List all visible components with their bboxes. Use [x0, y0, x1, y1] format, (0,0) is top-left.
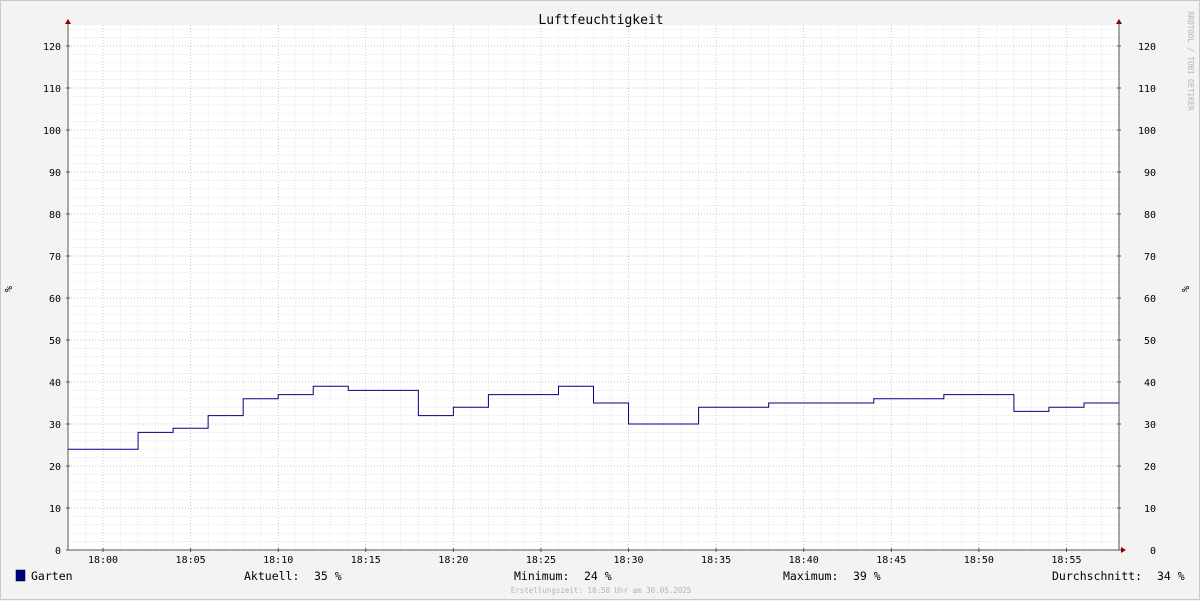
- x-tick-label: 18:20: [438, 555, 468, 566]
- y-tick-label-right: 80: [1144, 210, 1156, 221]
- legend-avg-label: Durchschnitt:: [1052, 569, 1142, 583]
- y-tick-label-right: 60: [1144, 294, 1156, 305]
- rrdtool-watermark: RRDTOOL / TOBI OETIKER: [1186, 11, 1195, 111]
- y-axis-right-ticks: 0 10 20 30 40 50 60 70 80 90 100 110 120: [1117, 42, 1156, 557]
- x-tick-label: 18:55: [1051, 555, 1081, 566]
- x-axis-ticks: 18:00 18:05 18:10 18:15 18:20 18:25 18:30 18:35…: [88, 548, 1082, 566]
- x-tick-label: 18:30: [613, 555, 643, 566]
- y-tick-label-left: 120: [43, 42, 61, 53]
- y-axis-left-ticks: 0 10 20 30 40 50 60 70 80 90 100 110 120: [43, 42, 70, 557]
- y-tick-label-left: 30: [49, 420, 61, 431]
- x-tick-label: 18:10: [263, 555, 293, 566]
- x-tick-label: 18:35: [701, 555, 731, 566]
- legend-min-label: Minimum:: [514, 569, 569, 583]
- y-tick-label-right: 100: [1138, 126, 1156, 137]
- legend-avg-value: 34 %: [1157, 569, 1185, 583]
- x-tick-label: 18:25: [526, 555, 556, 566]
- footer-timestamp: Erstellungszeit: 18:58 Uhr am 30.05.2025: [511, 586, 692, 595]
- y-tick-label-left: 60: [49, 294, 61, 305]
- y-tick-label-right: 0: [1150, 546, 1156, 557]
- y-axis-left-arrow: [65, 19, 71, 24]
- y-tick-label-right: 110: [1138, 84, 1156, 95]
- y-tick-label-right: 40: [1144, 378, 1156, 389]
- legend-current-value: 35 %: [314, 569, 342, 583]
- legend-max-label: Maximum:: [783, 569, 838, 583]
- x-tick-label: 18:05: [176, 555, 206, 566]
- legend-min-value: 24 %: [584, 569, 612, 583]
- chart-frame: 0 10 20 30 40 50 60 70 80 90 100 110 120 0 10 20 30 40 50…: [0, 0, 1200, 600]
- y-tick-label-right: 30: [1144, 420, 1156, 431]
- y-tick-label-right: 120: [1138, 42, 1156, 53]
- legend-swatch-garten: [15, 569, 26, 582]
- y-axis-right-arrow: [1116, 19, 1122, 24]
- chart-title: Luftfeuchtigkeit: [538, 13, 663, 28]
- x-tick-label: 18:00: [88, 555, 118, 566]
- y-tick-label-left: 50: [49, 336, 61, 347]
- y-tick-label-left: 90: [49, 168, 61, 179]
- y-tick-label-left: 70: [49, 252, 61, 263]
- legend-current-label: Aktuell:: [244, 569, 299, 583]
- y-tick-label-right: 50: [1144, 336, 1156, 347]
- y-tick-label-left: 40: [49, 378, 61, 389]
- y-tick-label-right: 20: [1144, 462, 1156, 473]
- x-tick-label: 18:50: [964, 555, 994, 566]
- x-tick-label: 18:40: [789, 555, 819, 566]
- y-tick-label-left: 20: [49, 462, 61, 473]
- y-axis-label-left: %: [4, 286, 15, 292]
- y-axis-label-right: %: [1179, 286, 1190, 292]
- y-tick-label-right: 10: [1144, 504, 1156, 515]
- y-tick-label-left: 110: [43, 84, 61, 95]
- y-tick-label-left: 100: [43, 126, 61, 137]
- minor-grid: [67, 25, 1120, 550]
- x-tick-label: 18:15: [351, 555, 381, 566]
- x-axis-arrow: [1121, 547, 1126, 553]
- legend-max-value: 39 %: [853, 569, 881, 583]
- y-tick-label-right: 70: [1144, 252, 1156, 263]
- legend-series-label: Garten: [31, 569, 73, 583]
- y-tick-label-left: 10: [49, 504, 61, 515]
- y-tick-label-left: 80: [49, 210, 61, 221]
- y-tick-label-right: 90: [1144, 168, 1156, 179]
- y-tick-label-left: 0: [55, 546, 61, 557]
- humidity-chart: 0 10 20 30 40 50 60 70 80 90 100 110 120 0 10 20 30 40 50…: [4, 11, 1195, 595]
- x-tick-label: 18:45: [876, 555, 906, 566]
